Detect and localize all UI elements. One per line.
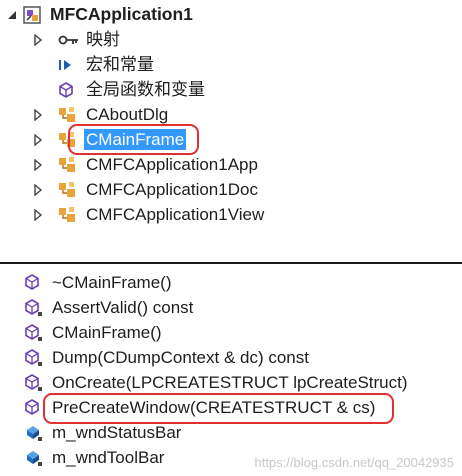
expand-arrow-icon[interactable] bbox=[32, 108, 44, 121]
member-label: Dump(CDumpContext & dc) const bbox=[52, 348, 309, 367]
tree-item-view[interactable]: CMFCApplication1View bbox=[32, 202, 266, 227]
tree-item-cmainframe[interactable]: CMainFrame bbox=[32, 127, 187, 152]
expand-arrow-icon[interactable] bbox=[32, 33, 44, 46]
tree-item-label: CMFCApplication1View bbox=[86, 205, 265, 224]
member-item[interactable]: AssertValid() const bbox=[24, 295, 195, 320]
member-item[interactable]: CMainFrame() bbox=[24, 320, 164, 345]
tree-root[interactable]: MFCApplication1 bbox=[6, 2, 195, 27]
member-label: OnCreate(LPCREATESTRUCT lpCreateStruct) bbox=[52, 373, 408, 392]
member-item-precreatewindow[interactable]: PreCreateWindow(CREATESTRUCT & cs) bbox=[24, 395, 377, 420]
class-view-tree: MFCApplication1 映射 宏和常量 全局函数和变量 CAboutDl… bbox=[0, 0, 462, 262]
field-protected-icon bbox=[24, 423, 46, 443]
tree-item-doc[interactable]: CMFCApplication1Doc bbox=[32, 177, 260, 202]
member-label: PreCreateWindow(CREATESTRUCT & cs) bbox=[52, 398, 376, 417]
members-list: ~CMainFrame() AssertValid() const CMainF… bbox=[0, 268, 462, 476]
method-protected-icon bbox=[24, 298, 46, 318]
method-protected-icon bbox=[24, 323, 46, 343]
member-label: ~CMainFrame() bbox=[52, 273, 172, 292]
class-icon bbox=[58, 155, 80, 175]
expand-arrow-icon[interactable] bbox=[32, 133, 44, 146]
macro-icon bbox=[58, 55, 80, 75]
method-protected-icon bbox=[24, 373, 46, 393]
tree-item-app[interactable]: CMFCApplication1App bbox=[32, 152, 260, 177]
project-icon bbox=[22, 5, 44, 25]
method-protected-icon bbox=[24, 348, 46, 368]
project-name: MFCApplication1 bbox=[50, 4, 193, 24]
class-icon bbox=[58, 130, 80, 150]
member-label: m_wndToolBar bbox=[52, 448, 165, 467]
expand-arrow-icon[interactable] bbox=[32, 158, 44, 171]
tree-item-label: CMFCApplication1App bbox=[86, 155, 258, 174]
method-icon bbox=[24, 273, 46, 293]
class-icon bbox=[58, 105, 80, 125]
tree-item-caboutdlg[interactable]: CAboutDlg bbox=[32, 102, 170, 127]
member-item[interactable]: Dump(CDumpContext & dc) const bbox=[24, 345, 311, 370]
class-icon bbox=[58, 180, 80, 200]
class-icon bbox=[58, 205, 80, 225]
tree-item-label: 映射 bbox=[86, 30, 120, 49]
member-label: CMainFrame() bbox=[52, 323, 162, 342]
global-icon bbox=[58, 80, 80, 100]
member-label: AssertValid() const bbox=[52, 298, 194, 317]
tree-item-label: 宏和常量 bbox=[86, 55, 154, 74]
tree-item-label: 全局函数和变量 bbox=[86, 80, 205, 99]
expand-arrow-icon[interactable] bbox=[32, 208, 44, 221]
watermark: https://blog.csdn.net/qq_20042935 bbox=[254, 455, 455, 470]
tree-item-map[interactable]: 映射 bbox=[32, 27, 122, 52]
field-protected-icon bbox=[24, 448, 46, 468]
member-item[interactable]: m_wndToolBar bbox=[24, 445, 166, 470]
tree-item-globals[interactable]: 全局函数和变量 bbox=[32, 77, 207, 102]
expand-arrow-icon[interactable] bbox=[32, 183, 44, 196]
method-icon bbox=[24, 398, 46, 418]
member-item[interactable]: m_wndStatusBar bbox=[24, 420, 183, 445]
member-item[interactable]: ~CMainFrame() bbox=[24, 270, 174, 295]
tree-item-label: CAboutDlg bbox=[86, 105, 169, 124]
map-icon bbox=[58, 30, 80, 50]
tree-item-macros[interactable]: 宏和常量 bbox=[32, 52, 156, 77]
member-label: m_wndStatusBar bbox=[52, 423, 182, 442]
member-item[interactable]: OnCreate(LPCREATESTRUCT lpCreateStruct) bbox=[24, 370, 410, 395]
tree-item-label: CMainFrame bbox=[84, 129, 187, 150]
collapse-icon[interactable] bbox=[6, 9, 18, 21]
tree-item-label: CMFCApplication1Doc bbox=[86, 180, 258, 199]
